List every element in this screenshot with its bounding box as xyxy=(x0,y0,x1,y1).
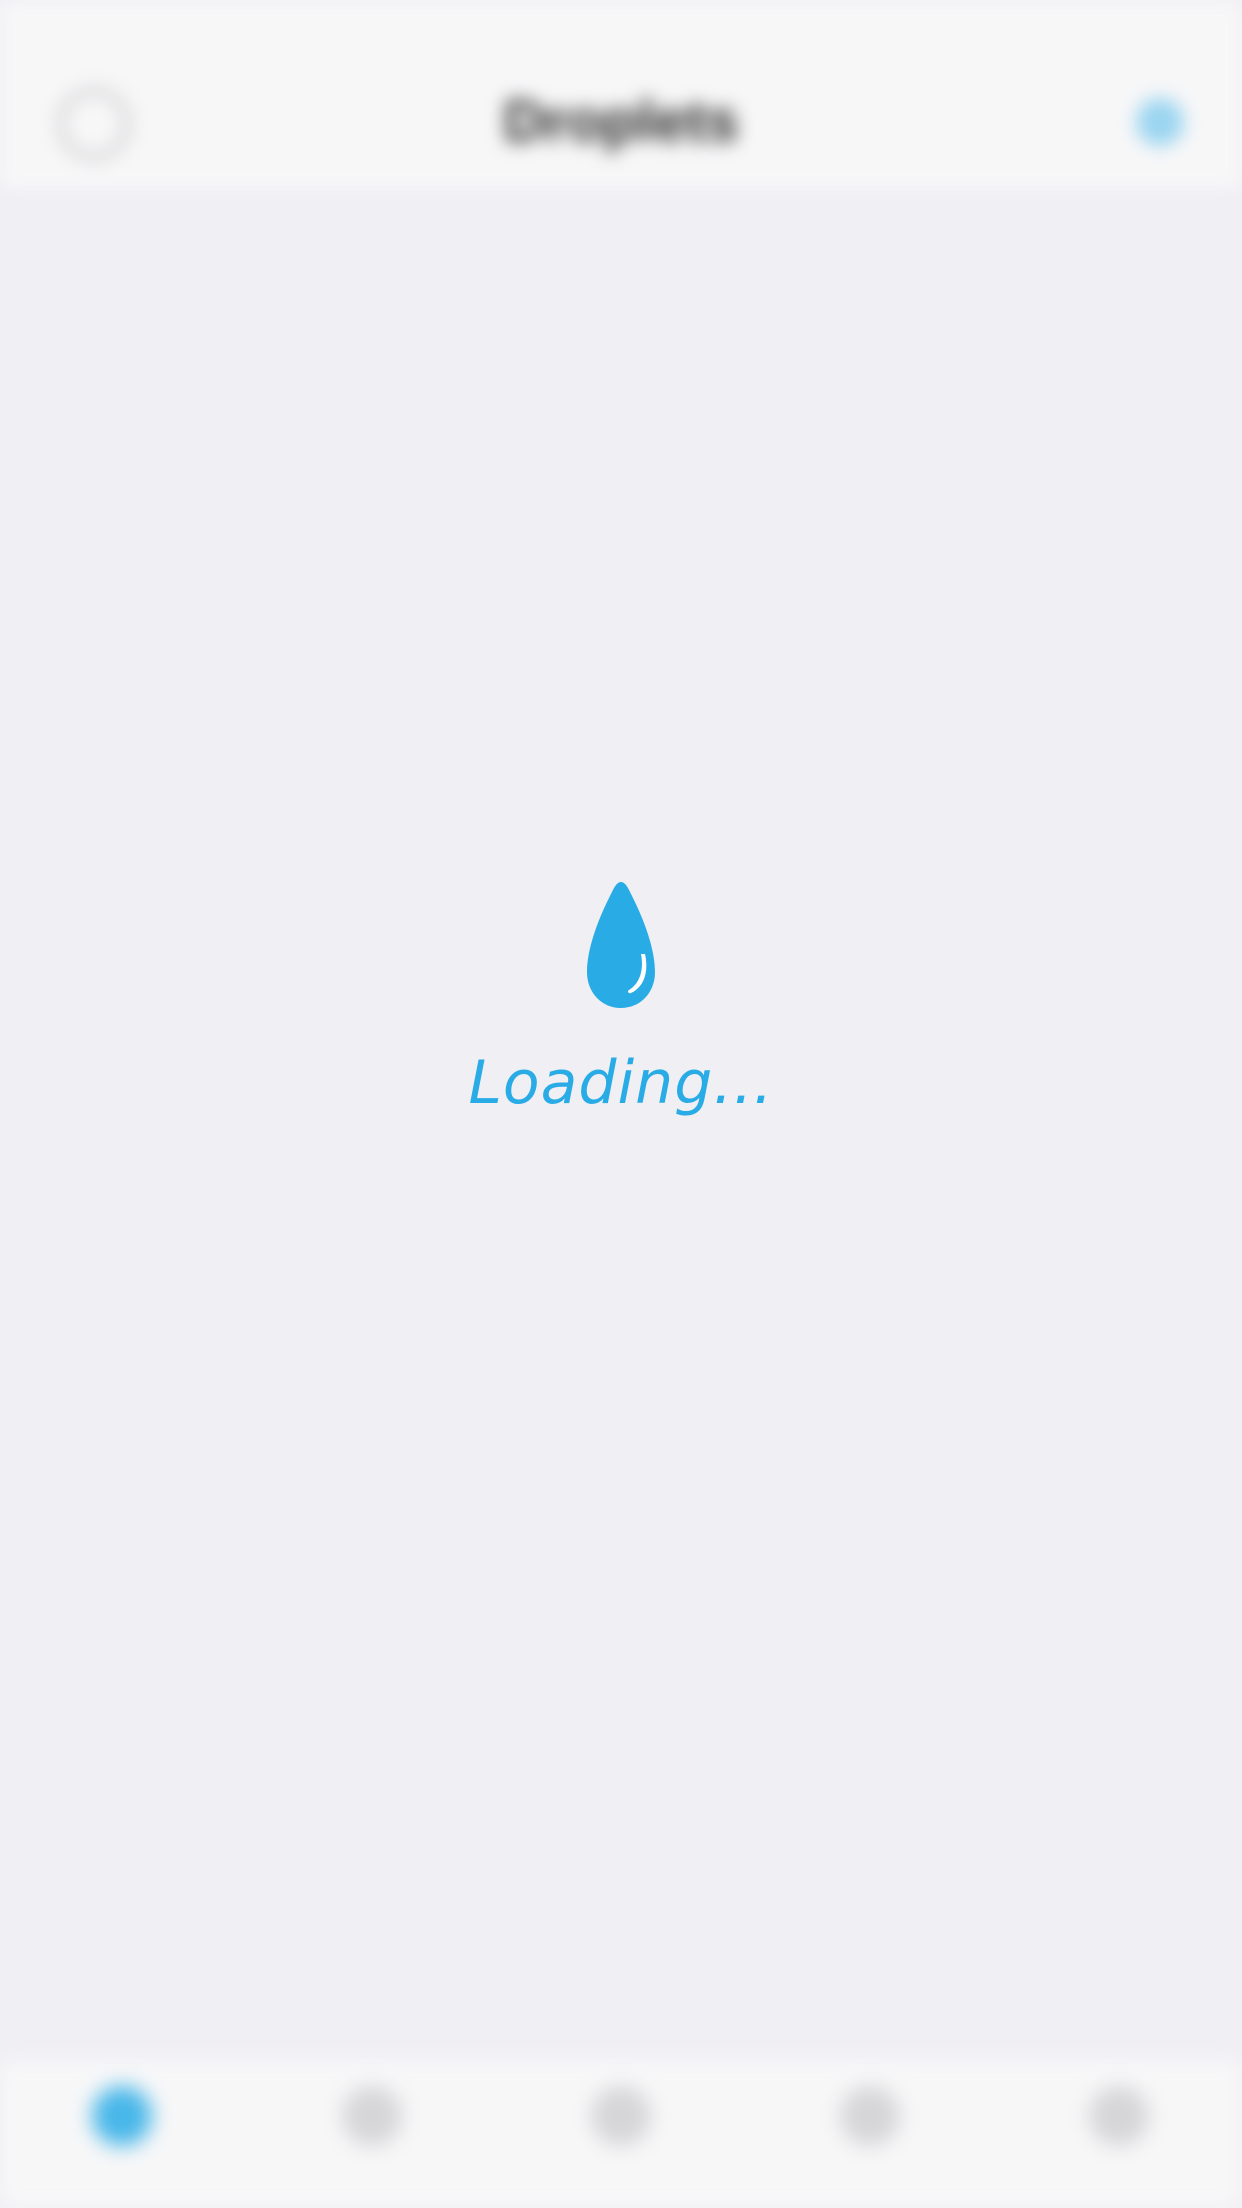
tab-4-icon xyxy=(840,2086,900,2146)
tab-5-icon xyxy=(1089,2086,1149,2146)
tab-3-icon xyxy=(591,2086,651,2146)
tab-5[interactable] xyxy=(1044,2078,1194,2198)
tab-droplets[interactable] xyxy=(47,2078,197,2198)
page-title: Droplets xyxy=(503,89,739,154)
droplet-icon xyxy=(92,2086,152,2146)
tab-4[interactable] xyxy=(795,2078,945,2198)
tab-2-icon xyxy=(342,2086,402,2146)
tab-3[interactable] xyxy=(546,2078,696,2198)
water-drop-icon xyxy=(587,882,655,1008)
loading-indicator: Loading... xyxy=(0,880,1242,1118)
tab-bar xyxy=(0,2058,1242,2208)
app-screen: Droplets Loading... xyxy=(0,0,1242,2208)
nav-bar: Droplets xyxy=(0,0,1242,190)
loading-label: Loading... xyxy=(468,1048,774,1118)
info-icon[interactable] xyxy=(1136,98,1184,146)
tab-2[interactable] xyxy=(297,2078,447,2198)
